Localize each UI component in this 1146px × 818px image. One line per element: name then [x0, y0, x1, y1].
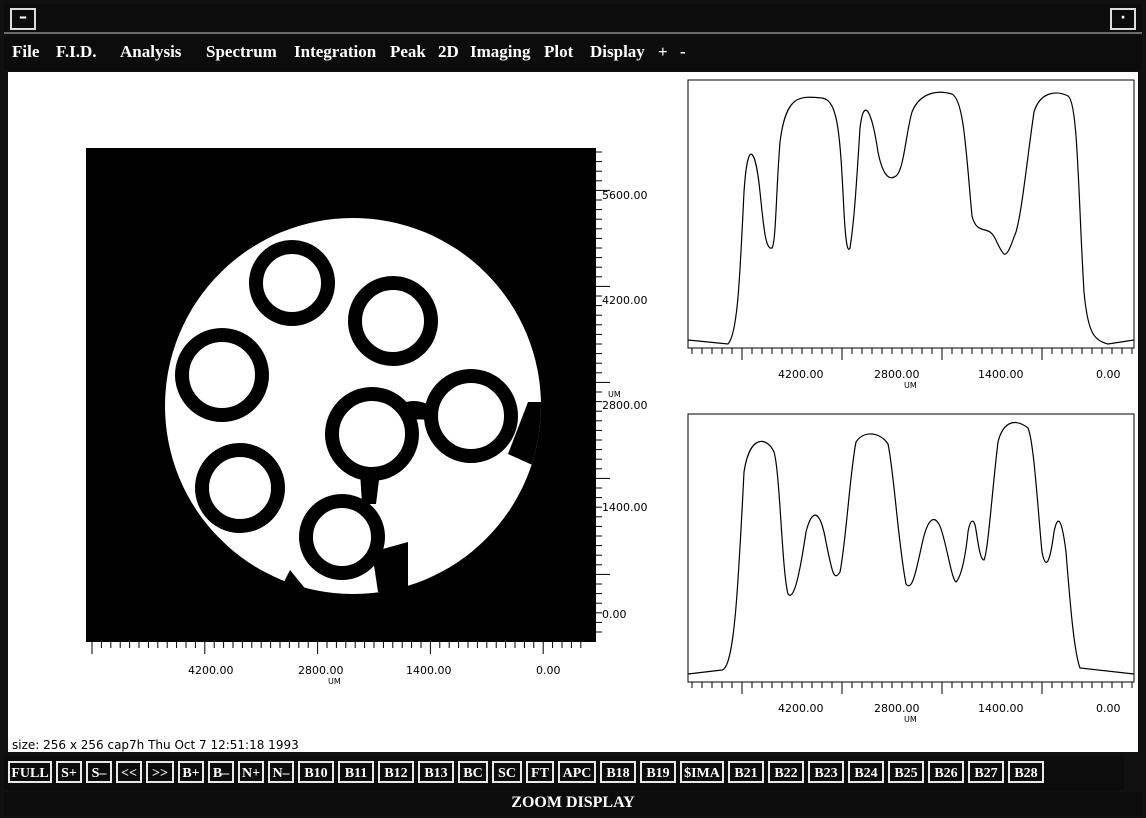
profile-bottom-x-tick-label: 0.00 [1096, 702, 1121, 715]
profile-bottom-tick-marks [691, 682, 1133, 694]
toolbar-button-22[interactable]: B23 [808, 761, 844, 783]
status-line: size: 256 x 256 cap7h Thu Oct 7 12:51:18… [12, 738, 299, 752]
profile-plot-top[interactable]: 4200.00 2800.00 UM 1400.00 0.00 [687, 79, 1135, 390]
profile-top-x-unit-label: UM [904, 381, 917, 390]
profile-bottom-x-tick-label: 1400.00 [978, 702, 1024, 715]
menu-file[interactable]: File [12, 42, 39, 62]
menu-2d[interactable]: 2D [438, 42, 459, 62]
toolbar-button-25[interactable]: B26 [928, 761, 964, 783]
toolbar-button-1[interactable]: S+ [56, 761, 82, 783]
toolbar-button-8[interactable]: N– [268, 761, 294, 783]
profile-bottom-frame [687, 413, 1135, 683]
toolbar-button-15[interactable]: FT [526, 761, 554, 783]
menu-analysis[interactable]: Analysis [120, 42, 181, 62]
menu-peak[interactable]: Peak [390, 42, 426, 62]
image-x-tick-label: 1400.00 [406, 664, 452, 677]
menu-plus[interactable]: + [658, 42, 668, 62]
toolbar-button-9[interactable]: B10 [298, 761, 334, 783]
toolbar-button-23[interactable]: B24 [848, 761, 884, 783]
toolbar-button-27[interactable]: B28 [1008, 761, 1044, 783]
image-y-tick-label: 1400.00 [602, 501, 648, 514]
toolbar-button-14[interactable]: SC [492, 761, 522, 783]
toolbar-button-17[interactable]: B18 [600, 761, 636, 783]
toolbar-button-7[interactable]: N+ [238, 761, 264, 783]
window-menu-button[interactable]: – [10, 8, 36, 30]
image-y-tick-label: 0.00 [602, 608, 627, 621]
menu-bar: File F.I.D. Analysis Spectrum Integratio… [4, 36, 1142, 70]
application-window: – · File F.I.D. Analysis Spectrum Integr… [0, 0, 1146, 818]
image-x-tick-label: 0.00 [536, 664, 561, 677]
profile-top-tick-marks [691, 348, 1133, 360]
menu-plot[interactable]: Plot [544, 42, 573, 62]
footer-title: ZOOM DISPLAY [4, 792, 1142, 816]
display-area: 5600.00 4200.00 UM 2800.00 1400.00 0.00 … [8, 72, 1138, 752]
window-maximize-button[interactable]: · [1110, 8, 1136, 30]
image-x-unit-label: UM [328, 677, 341, 686]
toolbar-button-19[interactable]: $IMA [680, 761, 724, 783]
toolbar-button-6[interactable]: B– [208, 761, 234, 783]
toolbar-button-3[interactable]: << [116, 761, 142, 783]
ring-4 [325, 387, 419, 481]
profile-top-x-tick-label: 1400.00 [978, 368, 1024, 381]
toolbar-button-0[interactable]: FULL [8, 761, 52, 783]
menu-integration[interactable]: Integration [294, 42, 376, 62]
display-canvas: 5600.00 4200.00 UM 2800.00 1400.00 0.00 … [86, 79, 1135, 724]
image-y-tick-label: 2800.00 [602, 399, 648, 412]
profile-top-frame [687, 79, 1135, 349]
ring-7 [299, 494, 385, 580]
menu-display[interactable]: Display [590, 42, 645, 62]
button-bar: FULL S+ S– << >> B+ B– N+ N– B10 B11 B12 B13 BC SC FT AP… [4, 756, 1124, 790]
ring-5 [424, 369, 518, 463]
ring-6 [195, 443, 285, 533]
profile-bottom-x-tick-label: 2800.00 [874, 702, 920, 715]
toolbar-button-4[interactable]: >> [146, 761, 174, 783]
image-y-tick-label: 4200.00 [602, 294, 648, 307]
toolbar-button-20[interactable]: B21 [728, 761, 764, 783]
image-x-tick-label: 2800.00 [298, 664, 344, 677]
toolbar-button-12[interactable]: B13 [418, 761, 454, 783]
toolbar-button-18[interactable]: B19 [640, 761, 676, 783]
profile-top-x-tick-label: 4200.00 [778, 368, 824, 381]
image-panel[interactable]: 5600.00 4200.00 UM 2800.00 1400.00 0.00 … [86, 148, 648, 686]
ring-2 [348, 276, 438, 366]
toolbar-button-13[interactable]: BC [458, 761, 488, 783]
image-y-tick-label: 5600.00 [602, 189, 648, 202]
profile-bottom-x-tick-label: 4200.00 [778, 702, 824, 715]
profile-plot-bottom[interactable]: 4200.00 2800.00 UM 1400.00 0.00 [687, 413, 1135, 724]
profile-top-x-tick-label: 0.00 [1096, 368, 1121, 381]
toolbar-button-10[interactable]: B11 [338, 761, 374, 783]
toolbar-button-5[interactable]: B+ [178, 761, 204, 783]
image-x-tick-label: 4200.00 [188, 664, 234, 677]
title-bar: – · [4, 4, 1142, 34]
menu-fid[interactable]: F.I.D. [56, 42, 96, 62]
ring-3 [175, 328, 269, 422]
toolbar-button-26[interactable]: B27 [968, 761, 1004, 783]
profile-top-x-tick-label: 2800.00 [874, 368, 920, 381]
toolbar-button-21[interactable]: B22 [768, 761, 804, 783]
ring-1 [249, 240, 335, 326]
image-y-unit-label: UM [608, 390, 621, 399]
toolbar-button-24[interactable]: B25 [888, 761, 924, 783]
toolbar-button-2[interactable]: S– [86, 761, 112, 783]
profile-bottom-x-unit-label: UM [904, 715, 917, 724]
toolbar-button-11[interactable]: B12 [378, 761, 414, 783]
menu-imaging[interactable]: Imaging [470, 42, 530, 62]
image-x-tick-marks [91, 642, 582, 654]
toolbar-button-16[interactable]: APC [558, 761, 596, 783]
menu-minus[interactable]: - [680, 42, 686, 62]
menu-spectrum[interactable]: Spectrum [206, 42, 277, 62]
